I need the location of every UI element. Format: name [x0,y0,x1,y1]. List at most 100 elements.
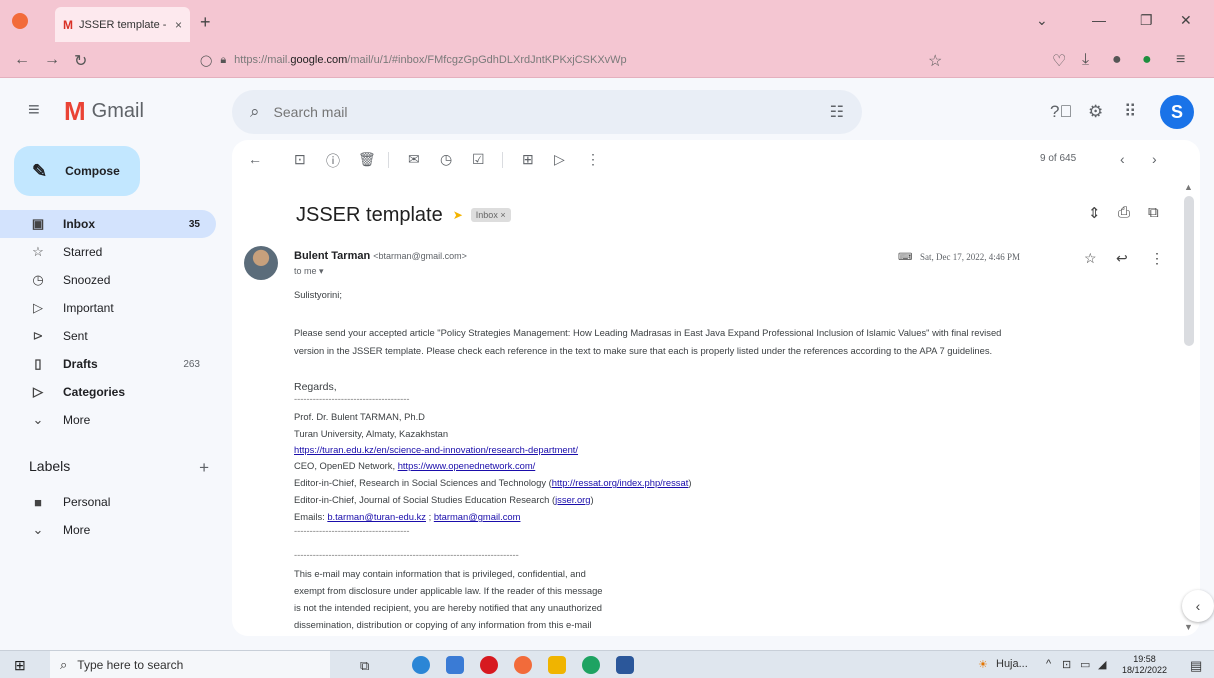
compose-button[interactable]: ✎ Compose [14,146,140,196]
tab-list-chevron-icon[interactable]: ⌄ [1036,12,1048,29]
lock-icon[interactable]: 🔒︎ [220,54,226,67]
scrollbar-thumb[interactable] [1184,196,1194,346]
side-panel-toggle-icon[interactable]: ‹ [1182,590,1214,622]
app-menu-icon[interactable]: ≡ [1176,51,1185,69]
edge-icon[interactable] [412,656,430,674]
pocket-icon[interactable]: ♡ [1052,51,1066,71]
address-bar[interactable]: ◯ 🔒︎ https://mail. google.com/mail/u/1/#i… [200,47,970,73]
extension-icon[interactable]: ● [1112,51,1122,69]
delete-icon[interactable]: 🗑︎ [358,151,376,168]
more-options-icon[interactable]: ⋮ [1150,250,1164,267]
turan-email-link[interactable]: b.tarman@turan-edu.kz [327,511,426,522]
window-maximize-button[interactable]: ❐ [1140,12,1153,29]
help-icon[interactable]: ?⃝ [1050,102,1072,122]
reload-icon[interactable]: ↻ [74,51,87,71]
gmail-email-link[interactable]: btarman@gmail.com [434,511,521,522]
windows-start-icon[interactable]: ⊞ [14,657,26,674]
reply-icon[interactable]: ↩ [1116,250,1128,267]
snooze-icon[interactable]: ◷ [440,151,452,168]
weather-text[interactable]: Huja... [996,658,1028,670]
move-to-icon[interactable]: ⊞ [522,151,534,168]
sidebar-label-more[interactable]: ⌄ More [0,516,216,544]
newer-chevron-icon[interactable]: ‹ [1120,151,1125,167]
battery-icon[interactable]: ▭ [1080,658,1090,671]
ressat-link[interactable]: http://ressat.org/index.php/ressat [552,477,689,488]
sidebar-item-snoozed[interactable]: ◷ Snoozed [0,266,216,294]
network-icon[interactable]: ⊡ [1062,658,1071,671]
apps-grid-icon[interactable]: ⠿ [1124,102,1136,122]
search-options-icon[interactable]: ☷ [830,102,844,122]
report-spam-icon[interactable]: ⓘ [326,151,340,171]
window-minimize-button[interactable]: — [1092,12,1106,28]
gmail-logo[interactable]: M Gmail [64,96,144,127]
scrollbar[interactable]: ▲ ▼ [1182,182,1196,634]
older-chevron-icon[interactable]: › [1152,151,1157,167]
tray-chevron-icon[interactable]: ^ [1046,658,1051,670]
jsser-link[interactable]: jsser.org [555,494,590,505]
firefox-icon[interactable] [514,656,532,674]
wifi-icon[interactable]: ◢ [1098,658,1106,671]
print-icon[interactable]: ⎙ [1118,204,1130,221]
sidebar-item-inbox[interactable]: ▣ Inbox 35 [0,210,216,238]
sender-avatar[interactable] [244,246,278,280]
mark-unread-icon[interactable]: ✉ [408,151,420,168]
new-tab-button[interactable]: + [200,12,211,33]
system-clock[interactable]: 19:58 18/12/2022 [1122,654,1167,676]
sidebar-item-label: Important [63,301,114,315]
labels-icon[interactable]: ▷ [554,151,565,168]
signature-university: Turan University, Almaty, Kazakhstan [294,428,449,439]
openednetwork-link[interactable]: https://www.openednetwork.com/ [398,460,536,471]
recipient-details[interactable]: to me ▾ [294,266,324,277]
tab-close-icon[interactable]: × [175,18,182,32]
window-close-button[interactable]: ✕ [1180,12,1192,29]
star-icon[interactable]: ☆ [1084,250,1097,267]
sidebar-item-sent[interactable]: ⊳ Sent [0,322,216,350]
tab-jsser-template[interactable]: M JSSER template - × [55,7,190,42]
toolbar-divider [502,152,503,168]
gmail-m-icon: M [64,96,86,126]
search-icon[interactable]: ⌕ [250,102,260,122]
sidebar-item-starred[interactable]: ☆ Starred [0,238,216,266]
archive-icon[interactable]: ⊡ [294,151,306,168]
university-link[interactable]: https://turan.edu.kz/en/science-and-inno… [294,444,578,455]
notifications-icon[interactable]: ▤ [1190,658,1202,674]
expand-all-icon[interactable]: ⇕ [1088,204,1101,222]
add-to-tasks-icon[interactable]: ☑ [472,151,485,168]
more-options-icon[interactable]: ⋮ [586,151,600,168]
chrome-icon[interactable] [582,656,600,674]
account-avatar[interactable]: S [1160,95,1194,129]
important-marker-icon[interactable]: ➤ [453,208,463,222]
extension-green-icon[interactable]: ● [1142,51,1152,69]
taskbar-search[interactable]: ⌕ Type here to search [50,651,330,678]
shield-icon[interactable]: ◯ [200,54,212,67]
search-input[interactable] [273,104,794,120]
scroll-down-icon[interactable]: ▼ [1184,622,1193,632]
word-icon[interactable] [616,656,634,674]
disclaimer-line: exempt from disclosure under applicable … [294,585,603,596]
search-icon: ⌕ [60,657,68,672]
sender-row: Bulent Tarman <btarman@gmail.com> to me … [244,246,1174,286]
add-label-icon[interactable]: + [199,458,209,478]
sidebar-item-categories[interactable]: ▷ Categories [0,378,216,406]
back-to-inbox-icon[interactable]: ← [248,151,262,167]
open-new-window-icon[interactable]: ⧉ [1148,204,1159,221]
scroll-up-icon[interactable]: ▲ [1184,182,1193,192]
task-view-icon[interactable]: ⧉ [360,658,369,674]
download-icon[interactable]: ⤓ [1082,51,1089,69]
main-menu-icon[interactable]: ≡ [28,99,40,122]
bookmark-star-icon[interactable]: ☆ [928,51,942,71]
inbox-label-chip[interactable]: Inbox × [470,208,511,222]
sidebar-item-important[interactable]: ▷ Important [0,294,216,322]
sender-name[interactable]: Bulent Tarman [294,250,370,262]
settings-gear-icon[interactable]: ⚙ [1088,102,1103,122]
signature-divider: ------------------------------------- [294,393,410,404]
back-arrow-icon[interactable]: ← [14,51,30,69]
sidebar-label-personal[interactable]: ■ Personal [0,488,216,516]
sidebar-item-drafts[interactable]: ▯ Drafts 263 [0,350,216,378]
file-explorer-icon[interactable] [446,656,464,674]
sidebar-item-more[interactable]: ⌄ More [0,406,216,434]
opera-icon[interactable] [480,656,498,674]
firefox-icon[interactable] [12,13,28,29]
folder-icon[interactable] [548,656,566,674]
forward-arrow-icon[interactable]: → [44,51,60,69]
